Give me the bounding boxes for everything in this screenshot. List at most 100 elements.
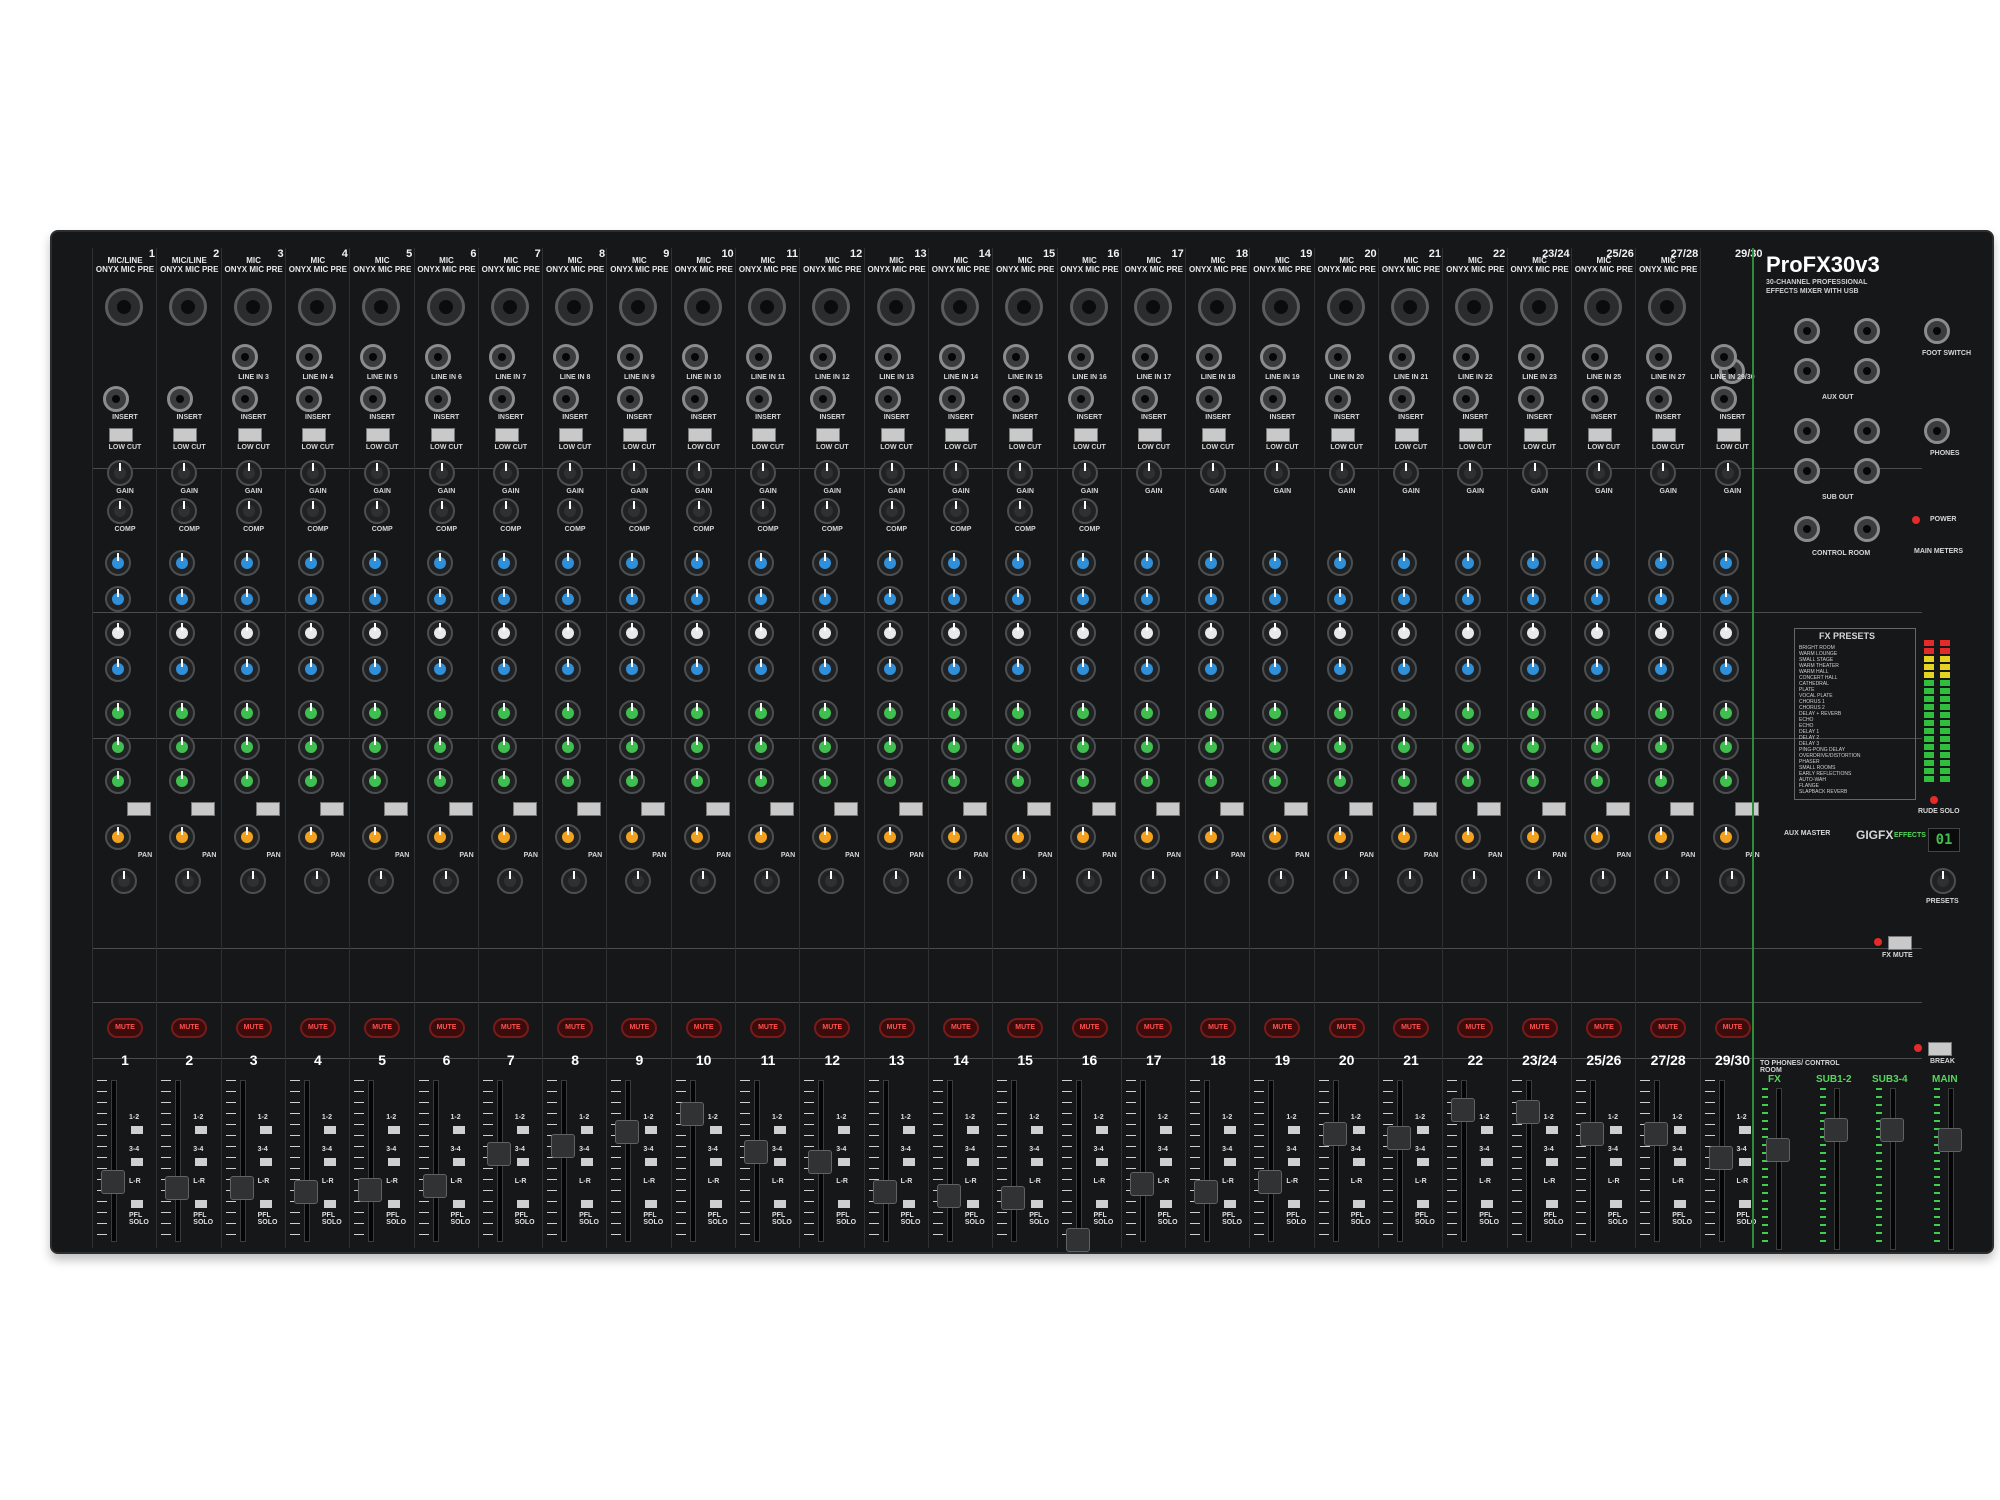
pre-post-switch[interactable]	[1413, 802, 1437, 816]
insert-jack[interactable]	[1196, 386, 1223, 412]
pfl-solo-button[interactable]	[1031, 1200, 1044, 1208]
assign-34-button[interactable]	[1674, 1158, 1687, 1166]
aux-mon2-knob[interactable]	[1648, 734, 1675, 760]
assign-12-button[interactable]	[195, 1126, 208, 1134]
eq-freq-knob[interactable]	[1391, 620, 1417, 646]
pfl-solo-button[interactable]	[1352, 1200, 1365, 1208]
eq-mid-knob[interactable]	[1391, 586, 1417, 612]
fx-send-knob[interactable]	[169, 824, 196, 850]
insert-jack[interactable]	[1710, 386, 1737, 412]
eq-low-knob[interactable]	[748, 656, 774, 682]
eq-high-knob[interactable]	[1133, 550, 1160, 576]
aux-mon2-knob[interactable]	[1326, 734, 1353, 760]
eq-low-knob[interactable]	[555, 656, 582, 682]
gain-knob[interactable]	[1393, 460, 1419, 486]
comp-knob[interactable]	[428, 498, 455, 524]
line-input-jack-a[interactable]	[1067, 344, 1094, 370]
fx-send-knob[interactable]	[1005, 824, 1032, 850]
comp-knob[interactable]	[942, 498, 969, 524]
line-input-jack-a[interactable]	[424, 344, 451, 370]
insert-jack[interactable]	[746, 386, 772, 412]
eq-freq-knob[interactable]	[748, 620, 774, 646]
aux-mon2-knob[interactable]	[1391, 734, 1417, 760]
line-input-jack-a[interactable]	[231, 344, 258, 370]
pre-post-switch[interactable]	[577, 802, 602, 816]
line-input-jack-a[interactable]	[617, 344, 644, 370]
pan-knob[interactable]	[1718, 868, 1745, 894]
xlr-input[interactable]	[1262, 288, 1301, 326]
eq-freq-knob[interactable]	[1583, 620, 1610, 646]
insert-jack[interactable]	[1517, 386, 1544, 412]
assign-34-button[interactable]	[195, 1158, 208, 1166]
xlr-input[interactable]	[748, 288, 786, 326]
aux-mon3-knob[interactable]	[1455, 768, 1482, 794]
assign-12-button[interactable]	[1095, 1126, 1108, 1134]
pfl-solo-button[interactable]	[1481, 1200, 1494, 1208]
eq-mid-knob[interactable]	[1198, 586, 1225, 612]
insert-jack[interactable]	[1389, 386, 1415, 412]
mute-button[interactable]: MUTE	[942, 1018, 979, 1038]
eq-freq-knob[interactable]	[555, 620, 582, 646]
eq-mid-knob[interactable]	[940, 586, 967, 612]
comp-knob[interactable]	[814, 498, 841, 524]
eq-freq-knob[interactable]	[426, 620, 453, 646]
aux-mon3-knob[interactable]	[362, 768, 389, 794]
eq-mid-knob[interactable]	[1455, 586, 1482, 612]
eq-high-knob[interactable]	[233, 550, 260, 576]
pfl-solo-button[interactable]	[966, 1200, 979, 1208]
eq-low-knob[interactable]	[1519, 656, 1546, 682]
eq-high-knob[interactable]	[748, 550, 774, 576]
low-cut-switch[interactable]	[1137, 428, 1162, 442]
control-room-jack-l[interactable]	[1794, 516, 1820, 542]
low-cut-switch[interactable]	[816, 428, 841, 442]
assign-34-button[interactable]	[838, 1158, 851, 1166]
eq-low-knob[interactable]	[1198, 656, 1225, 682]
eq-low-knob[interactable]	[169, 656, 196, 682]
mute-button[interactable]: MUTE	[428, 1018, 465, 1038]
mute-button[interactable]: MUTE	[364, 1018, 401, 1038]
eq-mid-knob[interactable]	[876, 586, 903, 612]
gain-knob[interactable]	[1071, 460, 1098, 486]
gain-knob[interactable]	[942, 460, 969, 486]
low-cut-switch[interactable]	[880, 428, 905, 442]
pan-knob[interactable]	[1204, 868, 1231, 894]
insert-jack[interactable]	[231, 386, 258, 412]
aux-out-jack-1[interactable]	[1794, 318, 1820, 344]
xlr-input[interactable]	[1391, 288, 1429, 326]
aux-mon1-knob[interactable]	[1648, 700, 1675, 726]
xlr-input[interactable]	[233, 288, 272, 326]
aux-mon1-knob[interactable]	[1198, 700, 1225, 726]
fx-send-knob[interactable]	[1262, 824, 1289, 850]
insert-jack[interactable]	[360, 386, 387, 412]
aux-out-jack-4[interactable]	[1854, 358, 1880, 384]
channel-fader[interactable]	[1065, 1228, 1090, 1252]
pan-knob[interactable]	[754, 868, 780, 894]
aux-mon2-knob[interactable]	[1005, 734, 1032, 760]
aux-mon3-knob[interactable]	[748, 768, 774, 794]
eq-high-knob[interactable]	[683, 550, 710, 576]
comp-knob[interactable]	[685, 498, 712, 524]
presets-encoder[interactable]	[1930, 868, 1956, 894]
fx-send-knob[interactable]	[1519, 824, 1546, 850]
pan-knob[interactable]	[818, 868, 845, 894]
assign-34-button[interactable]	[259, 1158, 272, 1166]
gain-knob[interactable]	[1200, 460, 1227, 486]
low-cut-switch[interactable]	[1073, 428, 1098, 442]
channel-fader[interactable]	[1258, 1170, 1283, 1194]
insert-jack[interactable]	[1003, 386, 1030, 412]
line-input-jack-a[interactable]	[553, 344, 580, 370]
low-cut-switch[interactable]	[237, 428, 262, 442]
line-input-jack-a[interactable]	[488, 344, 515, 370]
aux-mon1-knob[interactable]	[812, 700, 839, 726]
eq-mid-knob[interactable]	[1133, 586, 1160, 612]
assign-12-button[interactable]	[516, 1126, 529, 1134]
sub34-bus-fader[interactable]	[1872, 1088, 1928, 1252]
assign-12-button[interactable]	[838, 1126, 851, 1134]
low-cut-switch[interactable]	[1009, 428, 1034, 442]
pre-post-switch[interactable]	[770, 802, 794, 816]
pan-knob[interactable]	[1461, 868, 1488, 894]
aux-mon3-knob[interactable]	[683, 768, 710, 794]
line-input-jack-a[interactable]	[810, 344, 837, 370]
aux-mon2-knob[interactable]	[876, 734, 903, 760]
line-input-jack-a[interactable]	[681, 344, 708, 370]
